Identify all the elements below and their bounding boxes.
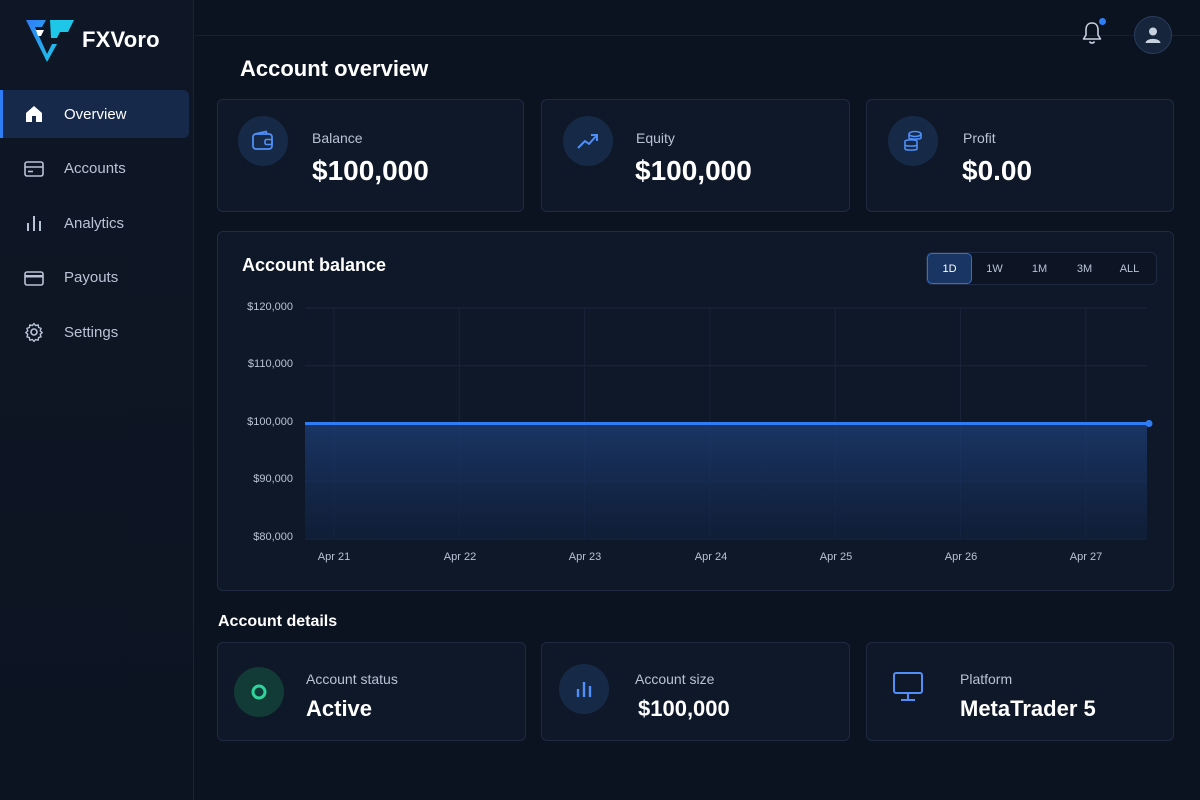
x-tick-label: Apr 25 xyxy=(819,551,853,563)
wallet-icon xyxy=(238,116,288,166)
sidebar-item-settings[interactable]: Settings xyxy=(0,308,189,356)
sidebar-item-overview[interactable]: Overview xyxy=(0,90,189,138)
sidebar-item-payouts[interactable]: Payouts xyxy=(0,254,189,302)
notification-badge xyxy=(1099,18,1106,25)
account-size-value: $100,000 xyxy=(638,696,730,721)
app-name: FXVoro xyxy=(82,27,160,52)
card-icon xyxy=(24,159,44,179)
equity-card: Equity $100,000 xyxy=(541,99,850,212)
sidebar-item-accounts[interactable]: Accounts xyxy=(0,145,189,193)
account-size-card: Account size $100,000 xyxy=(541,642,850,741)
account-size-label: Account size xyxy=(635,671,715,687)
x-tick-label: Apr 21 xyxy=(317,551,351,563)
platform-card: Platform MetaTrader 5 xyxy=(866,642,1174,741)
balance-label: Balance xyxy=(312,130,363,146)
status-ring-icon xyxy=(234,667,284,717)
sidebar: FXVoro Overview Accounts Analytics Payou… xyxy=(0,0,194,800)
equity-value: $100,000 xyxy=(635,155,752,186)
top-bar xyxy=(195,0,1200,36)
x-tick-label: Apr 26 xyxy=(944,551,978,563)
sidebar-item-label: Settings xyxy=(64,323,119,341)
sidebar-item-label: Accounts xyxy=(64,160,126,177)
sidebar-item-label: Payouts xyxy=(64,269,119,286)
sidebar-item-analytics[interactable]: Analytics xyxy=(0,199,189,247)
balance-value: $100,000 xyxy=(312,155,429,186)
coins-icon xyxy=(888,116,938,166)
x-tick-label: Apr 27 xyxy=(1069,551,1103,563)
sidebar-nav: Overview Accounts Analytics Payouts Sett… xyxy=(0,90,194,363)
equity-label: Equity xyxy=(636,130,675,146)
credit-card-icon xyxy=(24,268,44,288)
trending-up-icon xyxy=(563,116,613,166)
brand-logo[interactable]: FXVoro xyxy=(24,18,160,62)
account-status-label: Account status xyxy=(306,671,398,687)
balance-end-point xyxy=(1145,420,1153,427)
sidebar-item-label: Overview xyxy=(64,105,127,123)
profit-value: $0.00 xyxy=(962,155,1033,186)
platform-value: MetaTrader 5 xyxy=(960,696,1096,721)
user-icon xyxy=(1145,27,1161,43)
bar-chart-icon xyxy=(24,213,44,233)
profit-card: Profit $0.00 xyxy=(866,99,1174,212)
sidebar-item-label: Analytics xyxy=(64,214,125,232)
balance-chart-plot xyxy=(305,307,1153,540)
account-balance-chart-card: Account balance 1D 1W 1M 3M ALL $120,000… xyxy=(217,231,1174,591)
bar-chart-icon xyxy=(559,664,609,714)
platform-label: Platform xyxy=(960,671,1013,687)
x-tick-label: Apr 22 xyxy=(443,551,477,563)
account-status-value: Active xyxy=(306,696,373,721)
profit-label: Profit xyxy=(963,130,996,146)
x-tick-label: Apr 23 xyxy=(568,551,602,563)
fxvoro-logo-icon xyxy=(26,20,74,62)
user-avatar-button[interactable] xyxy=(1134,16,1172,54)
monitor-icon xyxy=(891,671,925,703)
balance-card: Balance $100,000 xyxy=(217,99,524,212)
home-icon xyxy=(24,104,44,124)
account-status-card: Account status Active xyxy=(217,642,526,741)
account-details-title: Account details xyxy=(218,613,338,630)
gear-icon xyxy=(24,322,44,342)
notifications-button[interactable] xyxy=(1080,18,1106,48)
page-title: Account overview xyxy=(240,56,429,81)
x-tick-label: Apr 24 xyxy=(694,551,728,563)
balance-area-fill xyxy=(305,423,1147,539)
